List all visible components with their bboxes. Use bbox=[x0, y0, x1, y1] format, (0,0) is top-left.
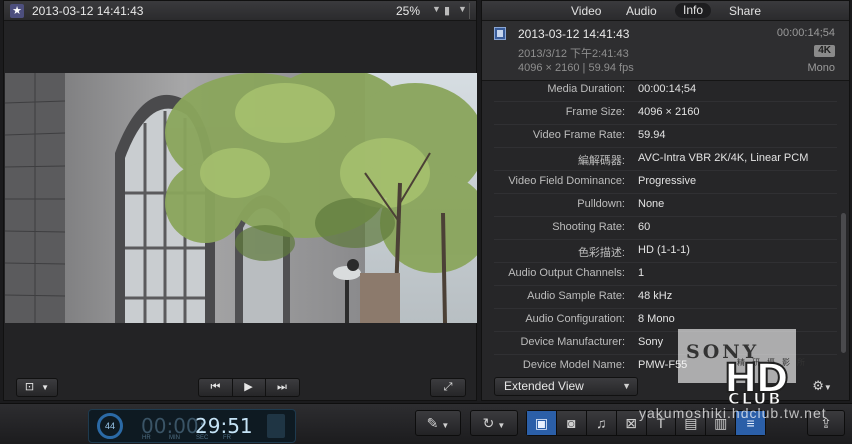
info-row-color-profile: 色彩描述: HD (1-1-1) bbox=[482, 240, 849, 263]
info-value[interactable]: 00:00:14;54 bbox=[638, 83, 696, 95]
expand-icon: ⤢ bbox=[443, 381, 453, 393]
timecode-unit-sec: SEC bbox=[196, 435, 209, 441]
viewer-header: ★ 2013-03-12 14:41:43 25% ▼ ▮ ▼ bbox=[4, 1, 476, 21]
summary-audio: Mono bbox=[807, 62, 835, 74]
video-frame-image bbox=[5, 73, 477, 323]
zoom-level[interactable]: 25% bbox=[396, 4, 420, 18]
gear-icon: ⚙ bbox=[812, 378, 824, 393]
retime-icon: ↻ bbox=[482, 415, 495, 431]
info-label: Video Frame Rate: bbox=[532, 129, 625, 141]
info-value[interactable]: 8 Mono bbox=[638, 313, 675, 325]
chevron-down-icon: ▼ bbox=[41, 383, 50, 392]
info-label: Media Duration: bbox=[547, 83, 625, 95]
music-browser-icon[interactable]: ♫ bbox=[587, 411, 617, 435]
zoom-chevron-down-icon[interactable]: ▼ bbox=[432, 4, 441, 14]
info-label: Shooting Rate: bbox=[552, 221, 625, 233]
play-icon[interactable]: ▶ bbox=[233, 379, 266, 396]
dashboard[interactable]: 44 00:00: 29:51 HR MIN SEC FR bbox=[88, 409, 296, 443]
info-row-frame-size: Frame Size: 4096 × 2160 bbox=[482, 102, 849, 125]
info-row-shooting-rate: Shooting Rate: 60 bbox=[482, 217, 849, 240]
info-value[interactable]: 48 kHz bbox=[638, 290, 672, 302]
info-value[interactable]: Progressive bbox=[638, 175, 696, 187]
transport-controls: ⏮ ▶ ⏭ bbox=[198, 378, 300, 397]
info-row-audio-sample-rate: Audio Sample Rate: 48 kHz bbox=[482, 286, 849, 309]
photos-browser-icon[interactable]: ◙ bbox=[557, 411, 587, 435]
magic-wand-button[interactable]: ✎ ▼ bbox=[415, 410, 461, 436]
watermark-url: yakumoshiki.hdclub.tw.net bbox=[639, 405, 827, 421]
effects-browser-icon[interactable]: ▣ bbox=[527, 411, 557, 435]
crop-transform-icon: ⊡ bbox=[24, 381, 35, 393]
chevron-down-icon: ▼ bbox=[622, 381, 631, 391]
info-value[interactable]: 1 bbox=[638, 267, 644, 279]
magic-wand-icon: ✎ bbox=[426, 415, 439, 431]
timecode-unit-hr: HR bbox=[142, 435, 151, 441]
timecode-unit-fr: FR bbox=[223, 435, 231, 441]
resolution-badge: 4K bbox=[814, 45, 835, 57]
viewer-clip-title: 2013-03-12 14:41:43 bbox=[32, 4, 144, 18]
info-label: Audio Output Channels: bbox=[508, 267, 625, 279]
info-row-video-frame-rate: Video Frame Rate: 59.94 bbox=[482, 125, 849, 148]
tab-info[interactable]: Info bbox=[675, 3, 712, 18]
star-icon[interactable]: ★ bbox=[10, 4, 24, 18]
info-label: Video Field Dominance: bbox=[508, 175, 625, 187]
transform-button[interactable]: ⊡ ▼ bbox=[16, 378, 58, 397]
summary-duration: 00:00:14;54 bbox=[776, 27, 835, 39]
chevron-down-icon: ▼ bbox=[823, 383, 832, 392]
gear-button[interactable]: ⚙▼ bbox=[804, 377, 840, 396]
metadata-view-label: Extended View bbox=[504, 379, 584, 393]
chevron-down-icon: ▼ bbox=[441, 421, 450, 430]
summary-date: 2013/3/12 下午2:41:43 bbox=[518, 48, 629, 60]
info-label: Device Manufacturer: bbox=[520, 336, 625, 348]
tab-share[interactable]: Share bbox=[729, 4, 761, 18]
video-frame bbox=[5, 73, 477, 323]
retime-button[interactable]: ↻ ▼ bbox=[470, 410, 518, 436]
info-label: Audio Sample Rate: bbox=[527, 290, 625, 302]
view-options-icon[interactable]: ▮ bbox=[444, 4, 450, 17]
fullscreen-button[interactable]: ⤢ bbox=[430, 378, 466, 397]
info-value[interactable]: HD (1-1-1) bbox=[638, 244, 690, 256]
metadata-view-select[interactable]: Extended View ▼ bbox=[494, 377, 638, 396]
info-row-media-duration: Media Duration: 00:00:14;54 bbox=[482, 79, 849, 102]
chevron-down-icon: ▼ bbox=[497, 421, 506, 430]
summary-clip-name: 2013-03-12 14:41:43 bbox=[518, 27, 630, 41]
clip-icon bbox=[494, 27, 506, 40]
tab-video[interactable]: Video bbox=[571, 4, 601, 18]
info-row-codec: 編解碼器: AVC-Intra VBR 2K/4K, Linear PCM bbox=[482, 148, 849, 171]
info-value[interactable]: None bbox=[638, 198, 664, 210]
info-row-pulldown: Pulldown: None bbox=[482, 194, 849, 217]
timecode-unit-min: MIN bbox=[169, 435, 180, 441]
previous-frame-icon[interactable]: ⏮ bbox=[200, 379, 233, 396]
inspector-scrollbar[interactable] bbox=[841, 213, 846, 353]
clip-summary: 2013-03-12 14:41:43 00:00:14;54 2013/3/1… bbox=[482, 21, 849, 81]
viewer-panel: ★ 2013-03-12 14:41:43 25% ▼ ▮ ▼ ⊡ ▼ ⏮ ▶ … bbox=[3, 0, 477, 401]
info-value[interactable]: Sony bbox=[638, 336, 663, 348]
info-label: 色彩描述: bbox=[577, 247, 625, 259]
next-frame-icon[interactable]: ⏭ bbox=[266, 379, 299, 396]
info-label: Audio Configuration: bbox=[525, 313, 625, 325]
tab-audio[interactable]: Audio bbox=[626, 4, 657, 18]
viewer-footer: ⊡ ▼ ⏮ ▶ ⏭ ⤢ bbox=[4, 374, 476, 400]
info-row-audio-output-channels: Audio Output Channels: 1 bbox=[482, 263, 849, 286]
timecode-indicator bbox=[267, 414, 285, 438]
view-options-chevron-down-icon[interactable]: ▼ bbox=[458, 4, 467, 14]
inspector-tabs: Video Audio Info Share bbox=[482, 1, 849, 21]
info-value[interactable]: AVC-Intra VBR 2K/4K, Linear PCM bbox=[638, 152, 808, 164]
info-value[interactable]: 59.94 bbox=[638, 129, 666, 141]
info-label: Pulldown: bbox=[577, 198, 625, 210]
info-label: Device Model Name: bbox=[522, 359, 625, 371]
background-tasks-progress[interactable]: 44 bbox=[97, 413, 123, 439]
summary-format: 4096 × 2160 | 59.94 fps bbox=[518, 62, 634, 74]
header-divider bbox=[469, 3, 470, 19]
info-value[interactable]: 4096 × 2160 bbox=[638, 106, 699, 118]
info-row-field-dominance: Video Field Dominance: Progressive bbox=[482, 171, 849, 194]
info-label: 編解碼器: bbox=[577, 155, 625, 167]
info-label: Frame Size: bbox=[565, 106, 625, 118]
info-value[interactable]: 60 bbox=[638, 221, 650, 233]
